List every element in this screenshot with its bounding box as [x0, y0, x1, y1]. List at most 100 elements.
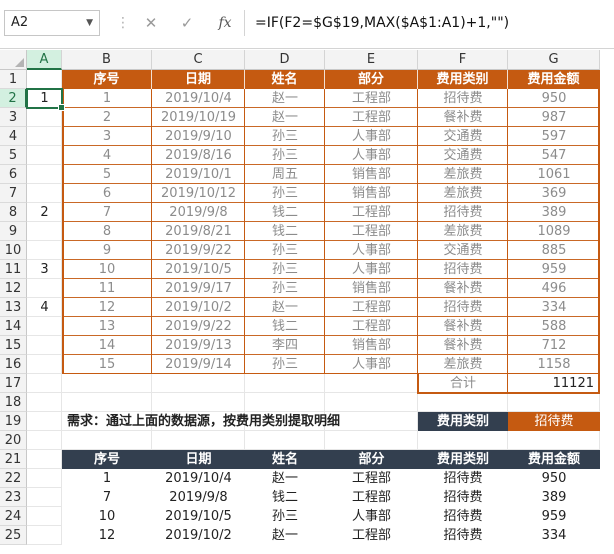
source-data-cell[interactable]: 14: [62, 336, 152, 355]
source-data-cell[interactable]: 工程部: [325, 222, 418, 241]
cancel-icon[interactable]: ✕: [140, 12, 162, 34]
source-data-cell[interactable]: 2019/9/13: [152, 336, 245, 355]
result-data-cell[interactable]: 赵一: [245, 469, 325, 488]
source-data-cell[interactable]: 工程部: [325, 203, 418, 222]
source-data-cell[interactable]: 交通费: [418, 127, 508, 146]
result-header-cell[interactable]: 日期: [152, 450, 245, 469]
source-data-cell[interactable]: 孙三: [245, 184, 325, 203]
row-header-25[interactable]: 25: [0, 526, 27, 545]
column-header-e[interactable]: E: [325, 50, 418, 70]
column-header-g[interactable]: G: [508, 50, 600, 70]
source-data-cell[interactable]: 销售部: [325, 165, 418, 184]
source-data-cell[interactable]: 597: [508, 127, 600, 146]
chevron-down-icon[interactable]: ▼: [86, 11, 93, 35]
source-data-cell[interactable]: 孙三: [245, 241, 325, 260]
source-data-cell[interactable]: 工程部: [325, 317, 418, 336]
source-data-cell[interactable]: 李四: [245, 336, 325, 355]
source-data-cell[interactable]: 招待费: [418, 260, 508, 279]
source-data-cell[interactable]: 588: [508, 317, 600, 336]
source-data-cell[interactable]: 4: [62, 146, 152, 165]
helper-index-cell[interactable]: 3: [27, 260, 62, 279]
source-data-cell[interactable]: 销售部: [325, 184, 418, 203]
source-data-cell[interactable]: 销售部: [325, 279, 418, 298]
row-header-1[interactable]: 1: [0, 70, 27, 89]
source-data-cell[interactable]: 10: [62, 260, 152, 279]
source-data-cell[interactable]: 2019/9/14: [152, 355, 245, 374]
source-data-cell[interactable]: 人事部: [325, 260, 418, 279]
source-data-cell[interactable]: 12: [62, 298, 152, 317]
column-header-f[interactable]: F: [418, 50, 508, 70]
result-header-cell[interactable]: 费用金额: [508, 450, 600, 469]
source-data-cell[interactable]: 11: [62, 279, 152, 298]
result-data-cell[interactable]: 招待费: [418, 526, 508, 545]
row-header-12[interactable]: 12: [0, 279, 27, 298]
source-data-cell[interactable]: 1089: [508, 222, 600, 241]
source-data-cell[interactable]: 销售部: [325, 336, 418, 355]
source-data-cell[interactable]: 1: [62, 89, 152, 108]
result-data-cell[interactable]: 7: [62, 488, 152, 507]
source-data-cell[interactable]: 2019/9/10: [152, 127, 245, 146]
source-data-cell[interactable]: 2019/9/22: [152, 317, 245, 336]
column-header-d[interactable]: D: [245, 50, 325, 70]
source-data-cell[interactable]: 369: [508, 184, 600, 203]
helper-index-cell[interactable]: 2: [27, 203, 62, 222]
total-value-cell[interactable]: 11121: [508, 374, 600, 393]
row-header-6[interactable]: 6: [0, 165, 27, 184]
source-data-cell[interactable]: 赵一: [245, 108, 325, 127]
source-data-cell[interactable]: 孙三: [245, 146, 325, 165]
source-data-cell[interactable]: 钱二: [245, 203, 325, 222]
result-data-cell[interactable]: 招待费: [418, 488, 508, 507]
row-header-18[interactable]: 18: [0, 393, 27, 412]
source-data-cell[interactable]: 9: [62, 241, 152, 260]
source-data-cell[interactable]: 5: [62, 165, 152, 184]
source-data-cell[interactable]: 钱二: [245, 317, 325, 336]
source-data-cell[interactable]: 赵一: [245, 89, 325, 108]
source-data-cell[interactable]: 餐补费: [418, 336, 508, 355]
result-data-cell[interactable]: 334: [508, 526, 600, 545]
row-header-19[interactable]: 19: [0, 412, 27, 431]
source-data-cell[interactable]: 2019/10/19: [152, 108, 245, 127]
source-data-cell[interactable]: 547: [508, 146, 600, 165]
result-data-cell[interactable]: 赵一: [245, 526, 325, 545]
row-header-7[interactable]: 7: [0, 184, 27, 203]
row-header-3[interactable]: 3: [0, 108, 27, 127]
result-header-cell[interactable]: 费用类别: [418, 450, 508, 469]
source-data-cell[interactable]: 8: [62, 222, 152, 241]
source-data-cell[interactable]: 13: [62, 317, 152, 336]
source-data-cell[interactable]: 959: [508, 260, 600, 279]
result-data-cell[interactable]: 2019/9/8: [152, 488, 245, 507]
row-header-5[interactable]: 5: [0, 146, 27, 165]
result-data-cell[interactable]: 工程部: [325, 488, 418, 507]
result-data-cell[interactable]: 1: [62, 469, 152, 488]
source-header-cell[interactable]: 姓名: [245, 70, 325, 89]
source-data-cell[interactable]: 招待费: [418, 203, 508, 222]
enter-icon[interactable]: ✓: [176, 12, 198, 34]
source-data-cell[interactable]: 差旅费: [418, 355, 508, 374]
source-data-cell[interactable]: 2019/8/16: [152, 146, 245, 165]
result-data-cell[interactable]: 12: [62, 526, 152, 545]
source-data-cell[interactable]: 2019/10/2: [152, 298, 245, 317]
source-header-cell[interactable]: 费用金额: [508, 70, 600, 89]
source-data-cell[interactable]: 712: [508, 336, 600, 355]
source-data-cell[interactable]: 2019/10/4: [152, 89, 245, 108]
source-data-cell[interactable]: 2019/10/5: [152, 260, 245, 279]
source-data-cell[interactable]: 950: [508, 89, 600, 108]
source-data-cell[interactable]: 孙三: [245, 355, 325, 374]
source-data-cell[interactable]: 7: [62, 203, 152, 222]
source-data-cell[interactable]: 孙三: [245, 279, 325, 298]
row-header-8[interactable]: 8: [0, 203, 27, 222]
source-data-cell[interactable]: 15: [62, 355, 152, 374]
column-header-b[interactable]: B: [62, 50, 152, 70]
source-data-cell[interactable]: 1158: [508, 355, 600, 374]
source-data-cell[interactable]: 差旅费: [418, 222, 508, 241]
source-data-cell[interactable]: 2019/9/22: [152, 241, 245, 260]
row-header-22[interactable]: 22: [0, 469, 27, 488]
row-header-4[interactable]: 4: [0, 127, 27, 146]
formula-input[interactable]: =IF(F2=$G$19,MAX($A$1:A1)+1,""): [244, 10, 610, 36]
result-data-cell[interactable]: 工程部: [325, 469, 418, 488]
row-header-17[interactable]: 17: [0, 374, 27, 393]
source-data-cell[interactable]: 人事部: [325, 146, 418, 165]
source-data-cell[interactable]: 招待费: [418, 298, 508, 317]
row-header-15[interactable]: 15: [0, 336, 27, 355]
source-data-cell[interactable]: 交通费: [418, 146, 508, 165]
